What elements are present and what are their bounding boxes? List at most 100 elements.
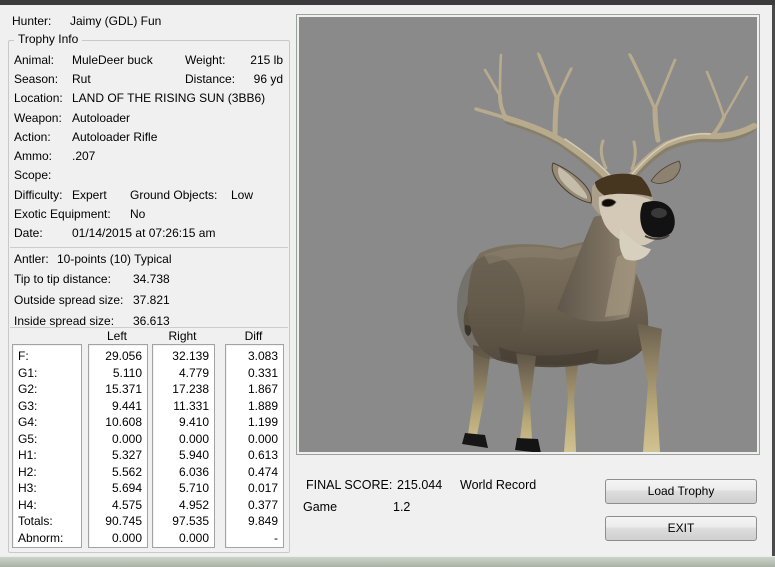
measure-row-label: H2: [13,464,81,481]
distance-value: 96 yd [230,73,283,86]
measure-right-value: 4.952 [153,497,214,514]
measure-right-value: 0.000 [153,431,214,448]
hunter-label: Hunter: [12,15,51,28]
weapon-label: Weapon: [14,112,62,125]
animal-label: Animal: [14,54,54,67]
measure-right-value: 32.139 [153,348,214,365]
deer-hoof [515,438,541,452]
measure-left-value: 0.000 [89,530,147,547]
measure-diff-value: 3.083 [226,348,283,365]
weapon-value: Autoloader [72,112,130,125]
deer-nose-highlight [651,208,667,218]
measure-labels-box: F: G1: G2: G3: G4: G5: H1: H2: H3: H4: T… [12,344,82,548]
location-value: LAND OF THE RISING SUN (3BB6) [72,92,265,105]
measure-left-value: 5.327 [89,447,147,464]
exotic-equipment-label: Exotic Equipment: [14,208,111,221]
measure-diff-value: 0.474 [226,464,283,481]
measure-row-label: Abnorm: [13,530,81,547]
measure-row-label: G2: [13,381,81,398]
measure-left-value: 5.110 [89,365,147,382]
location-label: Location: [14,92,63,105]
final-score-value: 215.044 [397,479,442,492]
trophy-3d-viewport[interactable] [297,15,759,454]
measure-row-label: F: [13,348,81,365]
load-trophy-button[interactable]: Load Trophy [605,479,757,504]
deer-nose [640,201,675,238]
tip-to-tip-label: Tip to tip distance: [14,273,111,286]
measure-row-label: H4: [13,497,81,514]
measure-left-value: 10.608 [89,414,147,431]
measure-left-value: 15.371 [89,381,147,398]
window-top-edge [0,0,775,5]
scope-label: Scope: [14,169,51,182]
measure-row-label: H3: [13,480,81,497]
measure-diff-value: 1.889 [226,398,283,415]
measure-left-value: 4.575 [89,497,147,514]
measure-left-value: 0.000 [89,431,147,448]
deer-antlers [476,53,756,186]
measure-diff-value: 0.377 [226,497,283,514]
hunter-value: Jaimy (GDL) Fun [70,15,161,28]
measure-left-value: 5.562 [89,464,147,481]
measure-row-label: G1: [13,365,81,382]
deer-ear-right [651,161,680,183]
antler-type: 10-points (10) Typical [57,253,172,266]
date-value: 01/14/2015 at 07:26:15 am [72,227,215,240]
measure-right-value: 0.000 [153,530,214,547]
trophy-viewer-window: Hunter: Jaimy (GDL) Fun Trophy Info Anim… [0,0,775,567]
difficulty-value: Expert [72,189,107,202]
tip-to-tip-value: 34.738 [133,273,170,286]
season-label: Season: [14,73,58,86]
ammo-value: .207 [72,150,95,163]
measure-left-value: 9.441 [89,398,147,415]
measure-row-label: G3: [13,398,81,415]
measure-row-label: Totals: [13,513,81,530]
measure-diff-value: 0.613 [226,447,283,464]
date-label: Date: [14,227,43,240]
outside-spread-label: Outside spread size: [14,294,123,307]
deer-rear-near-leg [516,353,536,440]
separator [10,247,288,248]
measure-diff-value: 1.867 [226,381,283,398]
measure-right-value: 11.331 [153,398,214,415]
measure-left-value: 29.056 [89,348,147,365]
measure-left-box: 29.056 5.110 15.371 9.441 10.608 0.000 5… [88,344,148,548]
exit-button[interactable]: EXIT [605,516,757,541]
column-header-left: Left [88,330,146,343]
action-value: Autoloader Rifle [72,131,157,144]
measure-diff-box: 3.083 0.331 1.867 1.889 1.199 0.000 0.61… [225,344,284,548]
measure-diff-value: 0.331 [226,365,283,382]
measure-diff-value: 0.000 [226,431,283,448]
measure-right-value: 5.710 [153,480,214,497]
measure-right-value: 17.238 [153,381,214,398]
measure-left-value: 5.694 [89,480,147,497]
weight-value: 215 lb [230,54,283,67]
measure-row-label: H1: [13,447,81,464]
measure-row-label: G5: [13,431,81,448]
measure-row-label: G4: [13,414,81,431]
window-bottom-edge [0,556,775,567]
weight-label: Weight: [185,54,225,67]
trophy-info-group-label: Trophy Info [14,33,82,46]
measure-right-value: 6.036 [153,464,214,481]
column-header-diff: Diff [225,330,282,343]
ground-objects-label: Ground Objects: [130,189,217,202]
ammo-label: Ammo: [14,150,52,163]
column-header-right: Right [152,330,213,343]
season-value: Rut [72,73,91,86]
difficulty-label: Difficulty: [14,189,62,202]
distance-label: Distance: [185,73,235,86]
measure-diff-value: 1.199 [226,414,283,431]
action-label: Action: [14,131,51,144]
measure-right-value: 4.779 [153,365,214,382]
deer-front-near-leg [637,323,662,452]
outside-spread-value: 37.821 [133,294,170,307]
measure-left-value: 90.745 [89,513,147,530]
deer-rump-shading [457,255,525,359]
measure-right-value: 97.535 [153,513,214,530]
deer-render [299,17,757,452]
deer-hoof [462,433,488,448]
measure-diff-value: 9.849 [226,513,283,530]
separator [10,327,288,328]
measure-right-box: 32.139 4.779 17.238 11.331 9.410 0.000 5… [152,344,215,548]
